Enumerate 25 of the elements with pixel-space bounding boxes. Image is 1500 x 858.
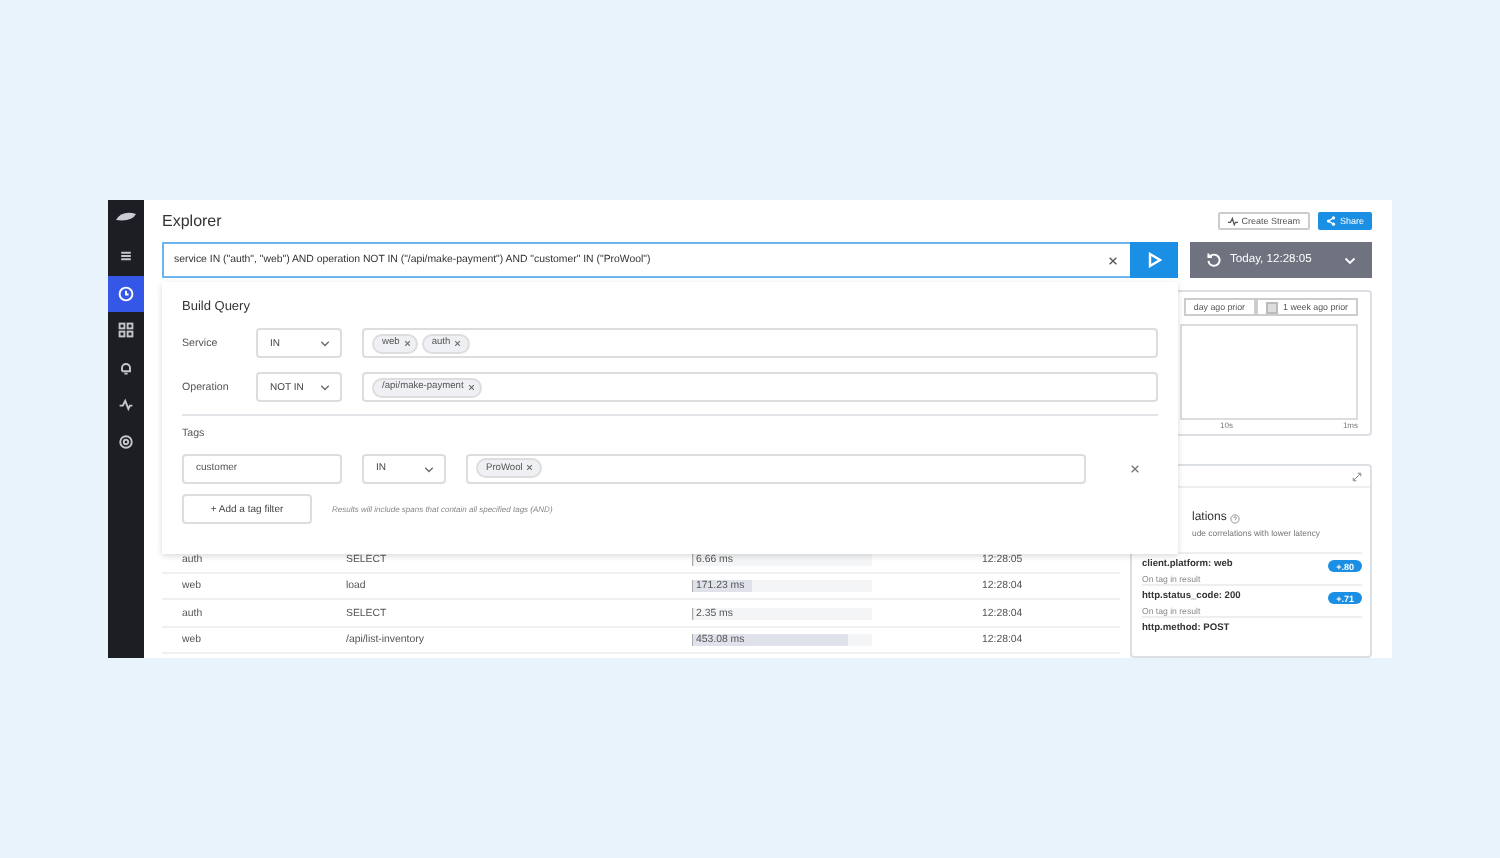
checkbox[interactable] <box>1265 301 1278 313</box>
page-title: Explorer <box>162 212 222 230</box>
pulse-icon <box>118 396 134 413</box>
remove-icon[interactable] <box>454 339 462 347</box>
nav-clock-item[interactable] <box>108 275 144 312</box>
share-icon <box>1325 216 1336 226</box>
close-icon[interactable] <box>1130 463 1140 473</box>
logo-icon <box>114 210 138 226</box>
chevron-down-icon <box>320 338 330 348</box>
remove-icon[interactable] <box>467 383 475 391</box>
pulse-icon <box>1227 216 1238 226</box>
refresh-icon <box>1206 252 1222 268</box>
grid-icon <box>118 322 134 339</box>
chevron-down-icon <box>1344 254 1356 266</box>
list-icon <box>118 248 134 265</box>
play-icon <box>1146 252 1162 268</box>
remove-icon[interactable] <box>526 464 534 472</box>
expand-icon[interactable] <box>1352 471 1362 481</box>
clock-icon <box>118 285 134 302</box>
run-query-button[interactable] <box>1130 242 1178 278</box>
clear-icon[interactable] <box>1108 255 1118 265</box>
remove-icon[interactable] <box>403 339 411 347</box>
chevron-down-icon <box>320 382 330 392</box>
chevron-down-icon <box>424 463 434 473</box>
bell-icon <box>118 359 134 376</box>
